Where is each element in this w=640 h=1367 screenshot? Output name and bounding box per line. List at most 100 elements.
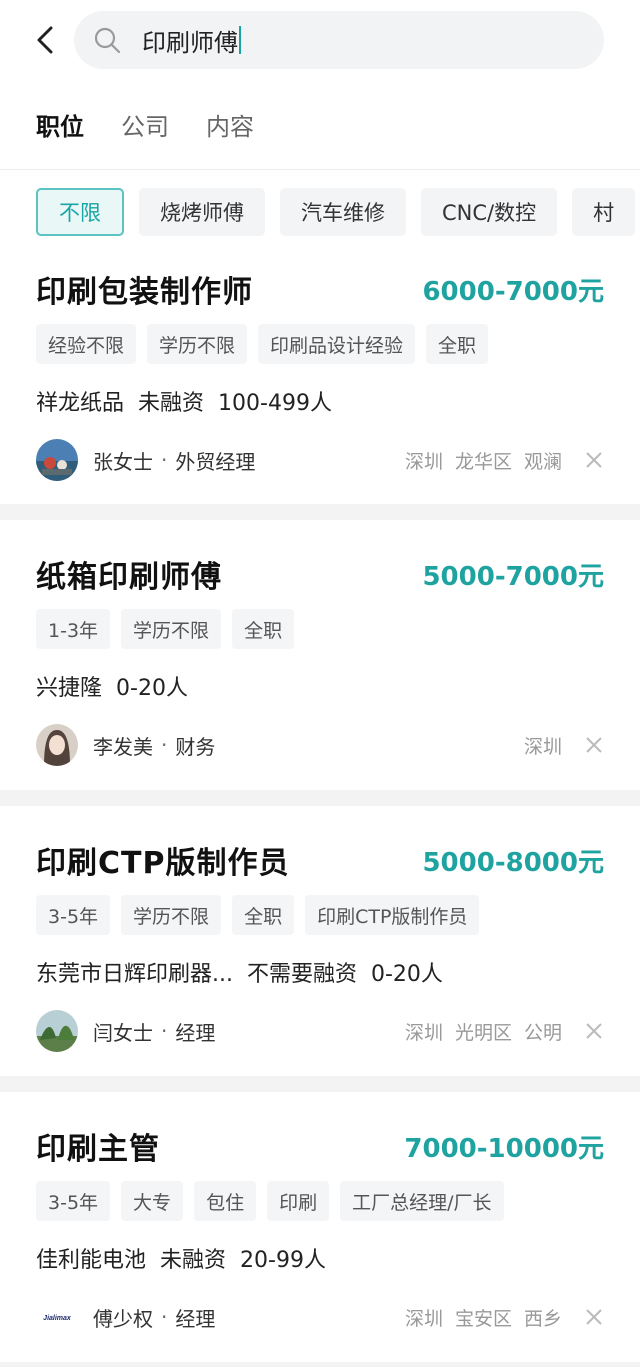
recruiter-role: 财务 xyxy=(175,734,216,759)
job-list: 印刷包装制作师 6000-7000元 经验不限 学历不限 印刷品设计经验 全职 … xyxy=(0,254,640,1362)
district: 光明区 xyxy=(454,1021,512,1044)
category-tabs: 职位 公司 内容 xyxy=(0,80,640,170)
job-title: 印刷CTP版制作员 xyxy=(36,846,290,881)
back-arrow-icon[interactable] xyxy=(30,20,60,60)
recruiter-name: 傅少权 xyxy=(93,1306,153,1331)
area: 西乡 xyxy=(523,1307,562,1330)
recruiter: 闫女士 · 经理 xyxy=(36,1010,215,1052)
search-query: 印刷师傅 xyxy=(142,28,238,57)
company-info: 兴捷隆 0-20人 xyxy=(36,671,604,701)
recruiter-name: 李发美 xyxy=(93,734,153,759)
filter-chip[interactable]: 村 xyxy=(572,188,636,236)
search-input[interactable]: 印刷师傅 xyxy=(74,11,604,69)
dismiss-icon[interactable] xyxy=(584,1307,604,1327)
job-title: 印刷主管 xyxy=(36,1132,160,1167)
job-tags: 3-5年 学历不限 全职 印刷CTP版制作员 xyxy=(36,895,604,935)
job-tag: 全职 xyxy=(232,895,295,935)
job-tag: 1-3年 xyxy=(36,609,111,649)
job-tag: 3-5年 xyxy=(36,1181,111,1221)
dismiss-icon[interactable] xyxy=(584,450,604,470)
job-tag: 印刷 xyxy=(267,1181,330,1221)
salary: 5000-8000元 xyxy=(422,847,604,878)
recruiter: Jialimax 傅少权 · 经理 xyxy=(36,1296,215,1338)
tab-jobs[interactable]: 职位 xyxy=(36,107,84,142)
tab-content[interactable]: 内容 xyxy=(206,107,254,142)
company-info: 东莞市日辉印刷器... 不需要融资 0-20人 xyxy=(36,957,604,987)
district: 宝安区 xyxy=(454,1307,512,1330)
company-size: 100-499人 xyxy=(218,391,332,416)
filter-chip[interactable]: 汽车维修 xyxy=(280,188,406,236)
header: 印刷师傅 职位 公司 内容 不限 烧烤师傅 汽车维修 CNC/数控 村 xyxy=(0,0,640,254)
filter-chip[interactable]: 烧烤师傅 xyxy=(139,188,265,236)
company-info: 佳利能电池 未融资 20-99人 xyxy=(36,1243,604,1273)
job-tag: 全职 xyxy=(232,609,295,649)
area: 公明 xyxy=(523,1021,562,1044)
recruiter-role: 经理 xyxy=(175,1306,216,1331)
job-tag: 全职 xyxy=(426,324,489,364)
job-tag: 印刷CTP版制作员 xyxy=(305,895,480,935)
company-size: 20-99人 xyxy=(240,1248,326,1273)
filter-chip-all[interactable]: 不限 xyxy=(36,188,124,236)
job-card[interactable]: 印刷包装制作师 6000-7000元 经验不限 学历不限 印刷品设计经验 全职 … xyxy=(0,254,640,504)
company-size: 0-20人 xyxy=(116,676,188,701)
location: 深圳 宝安区 西乡 xyxy=(393,1304,604,1331)
job-tag: 大专 xyxy=(121,1181,184,1221)
company-name: 佳利能电池 xyxy=(36,1248,147,1273)
search-bar: 印刷师傅 xyxy=(0,0,640,80)
avatar xyxy=(36,439,78,481)
company-name: 东莞市日辉印刷器... xyxy=(36,962,233,987)
recruiter-name: 闫女士 xyxy=(93,1020,153,1045)
job-tag: 工厂总经理/厂长 xyxy=(340,1181,504,1221)
filter-chips: 不限 烧烤师傅 汽车维修 CNC/数控 村 xyxy=(0,170,640,254)
salary: 7000-10000元 xyxy=(404,1133,604,1164)
job-tags: 经验不限 学历不限 印刷品设计经验 全职 xyxy=(36,324,604,364)
company-name: 祥龙纸品 xyxy=(36,391,125,416)
recruiter-name: 张女士 xyxy=(93,449,153,474)
recruiter: 李发美 · 财务 xyxy=(36,724,215,766)
separator: · xyxy=(161,1019,168,1043)
dismiss-icon[interactable] xyxy=(584,1021,604,1041)
job-tag: 经验不限 xyxy=(36,324,137,364)
job-tag: 学历不限 xyxy=(121,609,222,649)
job-tag: 学历不限 xyxy=(121,895,222,935)
company-logo: Jialimax xyxy=(36,1296,78,1338)
job-tag: 包住 xyxy=(194,1181,257,1221)
recruiter: 张女士 · 外贸经理 xyxy=(36,439,255,481)
district: 龙华区 xyxy=(454,450,512,473)
filter-chip[interactable]: CNC/数控 xyxy=(421,188,558,236)
job-tag: 学历不限 xyxy=(147,324,248,364)
salary: 5000-7000元 xyxy=(422,561,604,592)
separator: · xyxy=(161,448,168,472)
search-icon xyxy=(92,25,122,55)
location: 深圳 龙华区 观澜 xyxy=(393,447,604,474)
tab-companies[interactable]: 公司 xyxy=(121,107,169,142)
job-card[interactable]: 印刷CTP版制作员 5000-8000元 3-5年 学历不限 全职 印刷CTP版… xyxy=(0,806,640,1076)
city: 深圳 xyxy=(523,735,562,758)
logo-text: Jialimax xyxy=(43,1315,72,1322)
funding-stage: 不需要融资 xyxy=(246,962,357,987)
job-tag: 3-5年 xyxy=(36,895,111,935)
company-info: 祥龙纸品 未融资 100-499人 xyxy=(36,386,604,416)
city: 深圳 xyxy=(404,1307,443,1330)
avatar xyxy=(36,1010,78,1052)
dismiss-icon[interactable] xyxy=(584,735,604,755)
job-title: 纸箱印刷师傅 xyxy=(36,560,222,595)
job-title: 印刷包装制作师 xyxy=(36,275,253,310)
funding-stage: 未融资 xyxy=(138,391,205,416)
funding-stage: 未融资 xyxy=(160,1248,227,1273)
separator: · xyxy=(161,733,168,757)
job-tags: 1-3年 学历不限 全职 xyxy=(36,609,604,649)
job-card[interactable]: 印刷主管 7000-10000元 3-5年 大专 包住 印刷 工厂总经理/厂长 … xyxy=(0,1092,640,1362)
avatar xyxy=(36,724,78,766)
text-cursor xyxy=(239,26,241,54)
company-size: 0-20人 xyxy=(371,962,443,987)
location: 深圳 xyxy=(512,732,604,759)
city: 深圳 xyxy=(404,1021,443,1044)
company-name: 兴捷隆 xyxy=(36,676,103,701)
separator: · xyxy=(161,1305,168,1329)
recruiter-role: 经理 xyxy=(175,1020,216,1045)
location: 深圳 光明区 公明 xyxy=(393,1018,604,1045)
city: 深圳 xyxy=(404,450,443,473)
job-card[interactable]: 纸箱印刷师傅 5000-7000元 1-3年 学历不限 全职 兴捷隆 0-20人… xyxy=(0,520,640,790)
job-tag: 印刷品设计经验 xyxy=(258,324,416,364)
